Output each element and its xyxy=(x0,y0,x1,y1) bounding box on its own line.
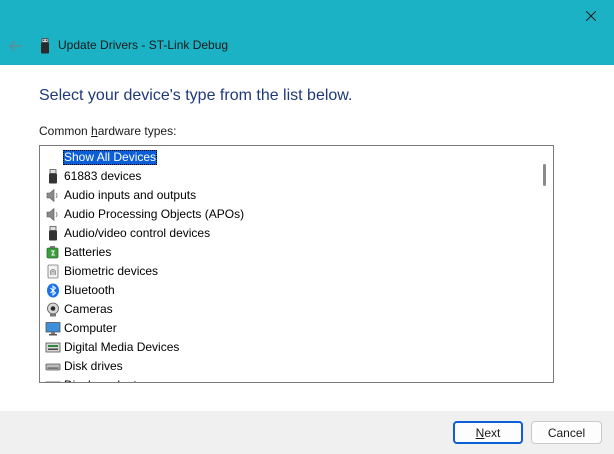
list-item[interactable]: Cameras xyxy=(40,300,536,319)
title-bar: Update Drivers - ST-Link Debug xyxy=(0,0,614,65)
monitor-icon xyxy=(45,322,61,336)
list-item[interactable]: Audio Processing Objects (APOs) xyxy=(40,205,536,224)
list-item[interactable]: Disk drives xyxy=(40,357,536,376)
list-item[interactable]: Digital Media Devices xyxy=(40,338,536,357)
next-button[interactable]: Next xyxy=(453,421,523,444)
back-arrow-icon xyxy=(9,40,22,52)
usb-device-icon xyxy=(41,38,49,54)
camera-icon xyxy=(47,302,59,317)
list-item[interactable]: Show All Devices xyxy=(40,148,536,167)
hardware-types-label: Common hardware types: xyxy=(39,124,176,138)
page-heading: Select your device's type from the list … xyxy=(39,87,353,104)
list-item-label: Display adapters xyxy=(63,378,154,382)
display-adapter-icon xyxy=(45,381,61,382)
list-item[interactable]: Bluetooth xyxy=(40,281,536,300)
list-item[interactable]: Biometric devices xyxy=(40,262,536,281)
bluetooth-icon xyxy=(47,283,59,298)
list-item-label: 61883 devices xyxy=(64,169,142,183)
list-item-label: Batteries xyxy=(64,245,112,259)
list-item-label: Audio inputs and outputs xyxy=(64,188,197,202)
usb-plug-icon xyxy=(49,226,57,241)
list-item[interactable]: Computer xyxy=(40,319,536,338)
window-title: Update Drivers - ST-Link Debug xyxy=(58,38,229,52)
close-icon xyxy=(586,11,596,21)
disk-drive-icon xyxy=(45,363,61,371)
hardware-types-list[interactable]: Show All Devices 61883 devices Audio input… xyxy=(39,145,554,383)
next-label: ext xyxy=(484,425,501,440)
list-item-label: Audio/video control devices xyxy=(64,226,211,240)
close-button[interactable] xyxy=(568,0,614,32)
list-item[interactable]: 61883 devices xyxy=(40,167,536,186)
next-accelerator: N xyxy=(475,425,485,440)
label-text-end: ardware types: xyxy=(97,124,177,138)
back-button[interactable] xyxy=(4,34,28,58)
list-item-label: Biometric devices xyxy=(64,264,159,278)
list-item-label: Bluetooth xyxy=(64,283,115,297)
vertical-scrollbar[interactable] xyxy=(536,146,553,382)
list-item[interactable]: Audio inputs and outputs xyxy=(40,186,536,205)
fingerprint-icon xyxy=(47,264,59,279)
label-text-start: Common xyxy=(39,124,92,138)
speaker-icon xyxy=(46,207,58,222)
battery-icon xyxy=(46,246,59,259)
usb-plug-icon xyxy=(49,169,57,184)
label-accelerator: h xyxy=(91,124,98,138)
list-item-label: Disk drives xyxy=(64,359,123,373)
speaker-icon xyxy=(46,188,58,203)
list-item-label: Audio Processing Objects (APOs) xyxy=(64,207,245,221)
list-item[interactable]: Batteries xyxy=(40,243,536,262)
cancel-button[interactable]: Cancel xyxy=(531,421,602,444)
list-item[interactable]: Display adapters xyxy=(40,376,536,382)
list-item[interactable]: Audio/video control devices xyxy=(40,224,536,243)
list-item-label: Digital Media Devices xyxy=(64,340,180,354)
list-item-label: Show All Devices xyxy=(63,150,158,165)
list-item-label: Computer xyxy=(64,321,117,335)
media-device-icon xyxy=(45,342,61,353)
list-item-label: Cameras xyxy=(64,302,113,316)
list-items: Show All Devices 61883 devices Audio input… xyxy=(40,146,536,382)
scroll-thumb[interactable] xyxy=(543,164,546,186)
